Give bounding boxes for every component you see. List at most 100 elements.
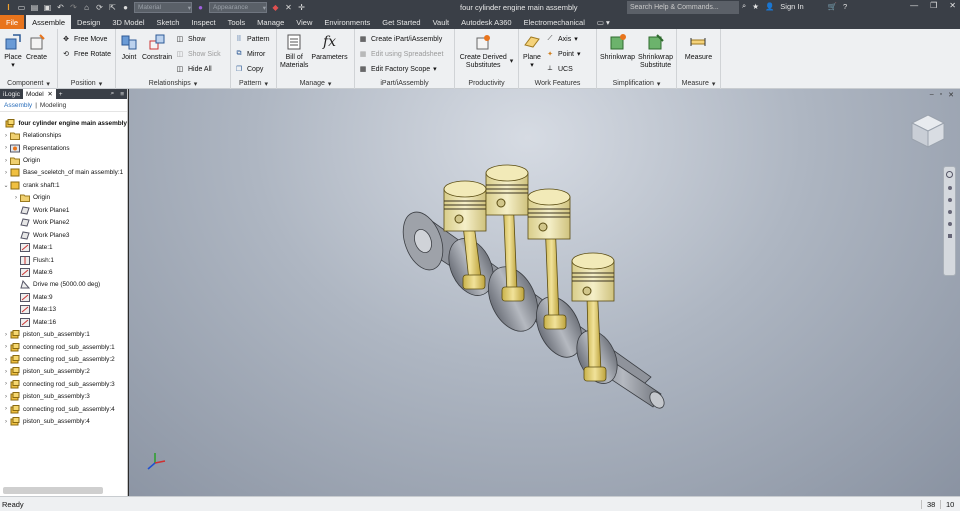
chevron-right-icon[interactable]: › — [2, 394, 10, 400]
tree-node[interactable]: Mate:1 — [0, 241, 127, 253]
app-logo-icon[interactable]: I — [4, 3, 13, 12]
pan-icon[interactable] — [947, 186, 952, 190]
tree-node[interactable]: › connecting rod_sub_assembly:4 — [0, 403, 127, 415]
chevron-down-icon[interactable]: ▾ — [510, 57, 514, 78]
assembly-mode-link[interactable]: Assembly — [4, 102, 32, 109]
help-icon[interactable]: ? — [843, 2, 847, 11]
point-button[interactable]: ✦ Point ▾ — [545, 48, 580, 60]
tree-node[interactable]: › piston_sub_assembly:2 — [0, 366, 127, 378]
nav-options-icon[interactable] — [947, 234, 952, 238]
panel-title-pattern[interactable]: Pattern ▾ — [231, 78, 276, 89]
tree-node[interactable]: Drive me (5000.00 deg) — [0, 279, 127, 291]
browser-menu-icon[interactable]: ≡ — [117, 89, 127, 99]
modeling-mode-link[interactable]: Modeling — [40, 102, 66, 109]
tab-view[interactable]: View — [290, 15, 318, 29]
edit-factory-scope-button[interactable]: ▦ Edit Factory Scope ▾ — [358, 63, 443, 75]
save-icon[interactable]: ▣ — [43, 3, 52, 12]
tree-node[interactable]: four cylinder engine main assembly — [0, 117, 127, 129]
graphics-viewport[interactable]: – ▫ ✕ — [129, 89, 960, 496]
bill-of-materials-button[interactable]: Bill of Materials — [280, 31, 308, 78]
tree-node[interactable]: Mate:16 — [0, 316, 127, 328]
free-move-button[interactable]: ✥ Free Move — [61, 33, 111, 45]
tree-node[interactable]: Mate:6 — [0, 266, 127, 278]
create-ipart-button[interactable]: ▦ Create iPart/iAssembly — [358, 33, 443, 45]
select-icon[interactable]: ⇱ — [108, 3, 117, 12]
star-icon[interactable]: ★ — [752, 2, 759, 11]
material-dropdown[interactable]: Material ▾ — [134, 2, 192, 13]
tree-node[interactable]: Mate:9 — [0, 291, 127, 303]
panel-title-simplification[interactable]: Simplification ▾ — [597, 78, 676, 89]
tree-node[interactable]: › connecting rod_sub_assembly:1 — [0, 341, 127, 353]
copy-button[interactable]: ❐ Copy — [234, 63, 270, 75]
tree-node[interactable]: › Relationships — [0, 129, 127, 141]
measure-button[interactable]: Measure — [685, 31, 712, 78]
constrain-button[interactable]: Constrain — [142, 31, 172, 78]
axis-button[interactable]: ⟋ Axis ▾ — [545, 33, 580, 45]
chevron-right-icon[interactable]: › — [2, 381, 10, 387]
minimize-view-icon[interactable]: – — [930, 91, 934, 99]
tab-inspect[interactable]: Inspect — [185, 15, 221, 29]
tab-model[interactable]: Model ✕ — [22, 89, 56, 99]
piston-3[interactable] — [527, 188, 571, 240]
piston-4[interactable] — [571, 252, 615, 302]
cart-icon[interactable]: 🛒 — [828, 2, 837, 11]
tree-node[interactable]: Work Plane3 — [0, 229, 127, 241]
hide-all-button[interactable]: ◫ Hide All — [175, 63, 221, 75]
piston-1[interactable] — [443, 180, 487, 232]
tree-node[interactable]: › piston_sub_assembly:3 — [0, 391, 127, 403]
tab-get-started[interactable]: Get Started — [376, 15, 426, 29]
undo-icon[interactable]: ↶ — [56, 3, 65, 12]
chevron-down-icon[interactable]: ⌄ — [2, 182, 10, 189]
browser-horizontal-scrollbar[interactable] — [3, 487, 103, 494]
tab-file[interactable]: File — [0, 15, 25, 29]
panel-title-component[interactable]: Component ▾ — [0, 78, 57, 89]
tab-vault[interactable]: Vault — [427, 15, 456, 29]
restore-icon[interactable]: ❐ — [930, 1, 937, 10]
create-button[interactable]: Create — [26, 31, 47, 78]
panel-title-measure[interactable]: Measure ▾ — [677, 78, 720, 89]
chevron-right-icon[interactable]: › — [2, 170, 10, 176]
engine-model[interactable] — [389, 159, 679, 449]
chevron-right-icon[interactable]: › — [2, 357, 10, 363]
chevron-right-icon[interactable]: › — [2, 419, 10, 425]
clear-override-icon[interactable]: ✕ — [284, 3, 293, 12]
sign-in-link[interactable]: Sign In — [780, 2, 803, 11]
appearance-dropdown[interactable]: Appearance ▾ — [209, 2, 267, 13]
tab-electromechanical[interactable]: Electromechanical — [518, 15, 591, 29]
maximize-view-icon[interactable]: ▫ — [940, 91, 942, 99]
open-icon[interactable]: ▤ — [30, 3, 39, 12]
tab-manage[interactable]: Manage — [251, 15, 290, 29]
close-icon[interactable]: ✕ — [47, 90, 52, 98]
tree-node[interactable]: Mate:13 — [0, 304, 127, 316]
browser-search-icon[interactable]: ⌕ — [108, 89, 118, 99]
tab-assemble[interactable]: Assemble — [26, 15, 72, 29]
close-view-icon[interactable]: ✕ — [948, 91, 954, 99]
tab-3d-model[interactable]: 3D Model — [106, 15, 150, 29]
joint-button[interactable]: Joint — [119, 31, 139, 78]
tab-design[interactable]: Design — [71, 15, 106, 29]
chevron-right-icon[interactable]: › — [2, 406, 10, 412]
ribbon-options-icon[interactable]: ▭ ▾ — [591, 15, 616, 29]
tree-node[interactable]: › piston_sub_assembly:1 — [0, 328, 127, 340]
free-rotate-button[interactable]: ⟲ Free Rotate — [61, 48, 111, 60]
edit-spreadsheet-button[interactable]: ▦ Edit using Spreadsheet — [358, 48, 444, 60]
tab-environments[interactable]: Environments — [318, 15, 376, 29]
tab-ilogic[interactable]: iLogic — [0, 89, 23, 99]
chevron-right-icon[interactable]: › — [2, 369, 10, 375]
tree-node[interactable]: Work Plane1 — [0, 204, 127, 216]
show-sick-button[interactable]: ◫ Show Sick — [175, 48, 221, 60]
tree-node[interactable]: › connecting rod_sub_assembly:2 — [0, 353, 127, 365]
measure-quick-icon[interactable]: ✛ — [297, 3, 306, 12]
tree-node[interactable]: › Representations — [0, 142, 127, 154]
show-button[interactable]: ◫ Show — [175, 33, 221, 45]
viewcube-icon[interactable] — [908, 111, 948, 151]
tree-node[interactable]: Work Plane2 — [0, 217, 127, 229]
close-icon[interactable]: ✕ — [949, 1, 956, 10]
tab-tools[interactable]: Tools — [222, 15, 252, 29]
chevron-right-icon[interactable]: › — [2, 158, 10, 164]
mirror-button[interactable]: ⧉ Mirror — [234, 48, 270, 60]
ucs-button[interactable]: ⟂ UCS — [545, 63, 580, 75]
zoom-icon[interactable] — [947, 198, 952, 202]
binoculars-icon[interactable]: ⌕ — [742, 1, 746, 11]
minimize-icon[interactable]: — — [910, 1, 918, 10]
